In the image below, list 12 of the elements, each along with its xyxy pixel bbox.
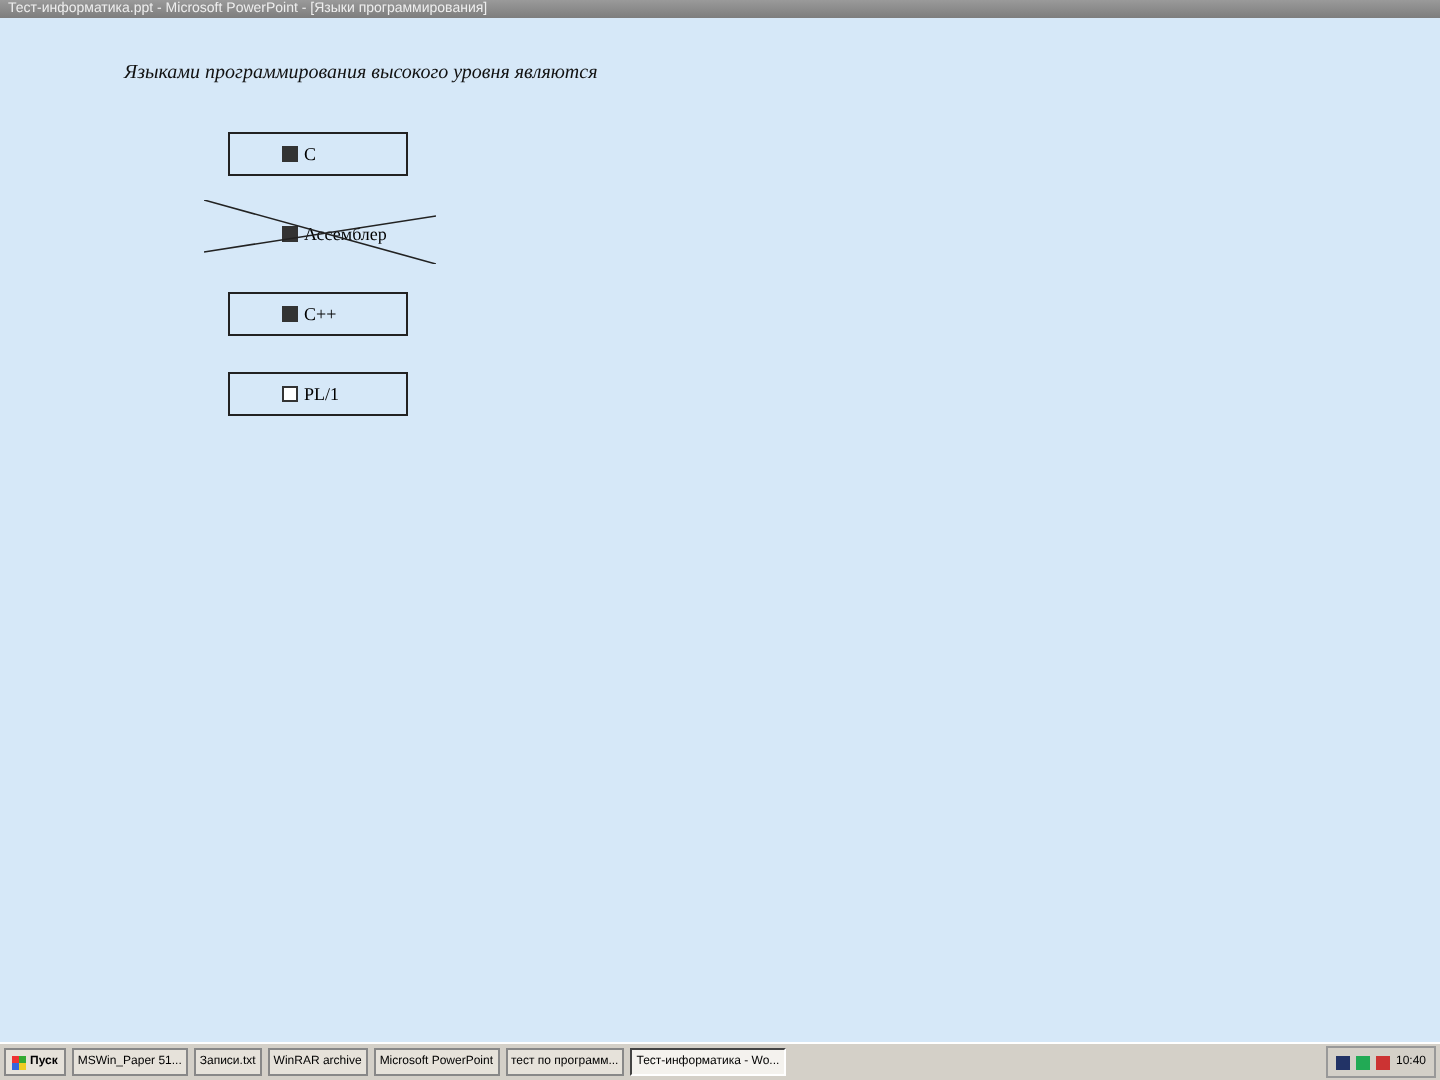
answer-option[interactable]: C: [228, 132, 408, 176]
windows-flag-icon: [12, 1055, 26, 1069]
option-label: PL/1: [304, 384, 340, 404]
checkbox[interactable]: [282, 226, 298, 242]
option-label: C: [304, 144, 317, 164]
checkbox[interactable]: [282, 306, 298, 322]
answer-option[interactable]: PL/1: [228, 372, 408, 416]
checkbox[interactable]: [282, 146, 298, 162]
question-text: Языками программирования высокого уровня являются: [124, 62, 600, 84]
option-label: C++: [304, 304, 337, 324]
answer-option[interactable]: C++: [228, 292, 408, 336]
checkbox[interactable]: [282, 386, 298, 402]
